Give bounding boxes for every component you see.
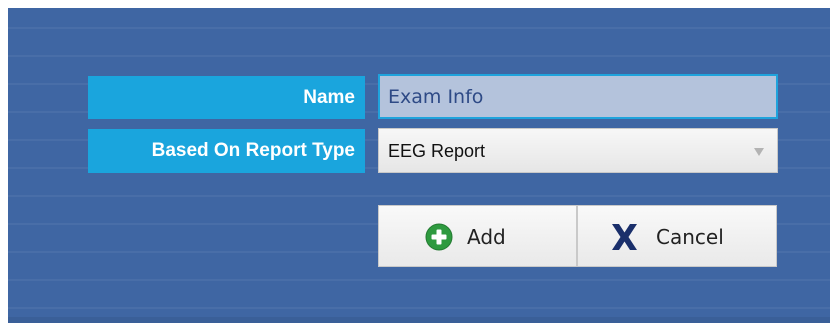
x-icon	[612, 224, 637, 250]
plus-circle-icon	[425, 223, 453, 251]
dialog-panel: Name Based On Report Type EEG Report Add…	[8, 8, 830, 323]
add-button-label: Add	[467, 225, 506, 249]
report-type-selected-value: EEG Report	[388, 141, 486, 161]
cancel-button-label: Cancel	[656, 225, 724, 249]
name-input[interactable]	[378, 74, 778, 119]
report-type-label: Based On Report Type	[88, 129, 365, 173]
report-type-dropdown[interactable]: EEG Report	[378, 128, 778, 173]
cancel-button[interactable]: Cancel	[577, 205, 777, 267]
bottom-divider	[8, 317, 830, 323]
dropdown-arrow-icon[interactable]	[754, 148, 764, 156]
name-label: Name	[88, 76, 365, 119]
add-button[interactable]: Add	[378, 205, 577, 267]
